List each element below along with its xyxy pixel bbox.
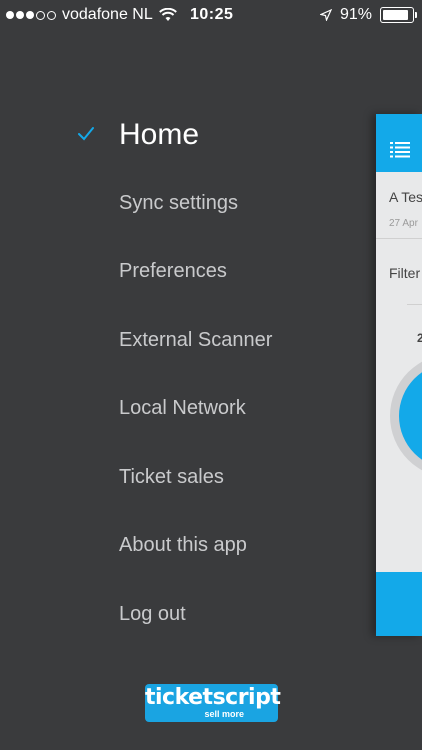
- scan-count: 2: [417, 331, 422, 345]
- signal-dot: [16, 11, 24, 19]
- signal-dot: [47, 10, 56, 20]
- menu-item-preferences[interactable]: Preferences: [119, 260, 227, 283]
- status-bar: vodafone NL 10:25 91%: [0, 0, 422, 30]
- clock: 10:25: [190, 6, 234, 23]
- main-content-panel[interactable]: A Tes 27 Apr Filter 2: [376, 114, 422, 636]
- panel-header: [376, 114, 422, 172]
- battery-icon: [380, 7, 417, 23]
- status-left: vodafone NL: [6, 6, 177, 24]
- battery-fill: [383, 10, 408, 20]
- signal-strength-icon: [6, 10, 56, 20]
- battery-cap: [415, 12, 417, 18]
- divider: [407, 304, 422, 305]
- status-right: 91%: [319, 6, 417, 24]
- checkmark-icon: [78, 127, 94, 141]
- location-arrow-icon: [319, 9, 332, 21]
- logo-brand: ticketscript: [145, 685, 281, 710]
- event-date: 27 Apr: [389, 218, 418, 229]
- menu-item-local-network[interactable]: Local Network: [119, 397, 246, 420]
- event-title[interactable]: A Tes: [389, 189, 422, 205]
- signal-dot: [6, 11, 14, 19]
- menu-item-home[interactable]: Home: [119, 118, 199, 152]
- battery-percentage: 91%: [339, 6, 372, 23]
- signal-dot: [26, 11, 34, 19]
- carrier-name: vodafone NL: [62, 6, 153, 23]
- wifi-icon: [158, 8, 177, 21]
- panel-bottom-bar[interactable]: [376, 572, 422, 636]
- ticketscript-logo: ticketscript sell more: [145, 684, 281, 722]
- menu-item-about[interactable]: About this app: [119, 534, 247, 557]
- menu-item-sync-settings[interactable]: Sync settings: [119, 192, 238, 215]
- menu-item-log-out[interactable]: Log out: [119, 603, 186, 626]
- list-icon[interactable]: [390, 142, 410, 158]
- logo-tagline: sell more: [204, 709, 244, 719]
- menu-item-ticket-sales[interactable]: Ticket sales: [119, 466, 224, 489]
- filter-label[interactable]: Filter: [389, 265, 420, 281]
- menu-item-external-scanner[interactable]: External Scanner: [119, 329, 272, 352]
- signal-dot: [36, 10, 45, 20]
- divider: [376, 238, 422, 239]
